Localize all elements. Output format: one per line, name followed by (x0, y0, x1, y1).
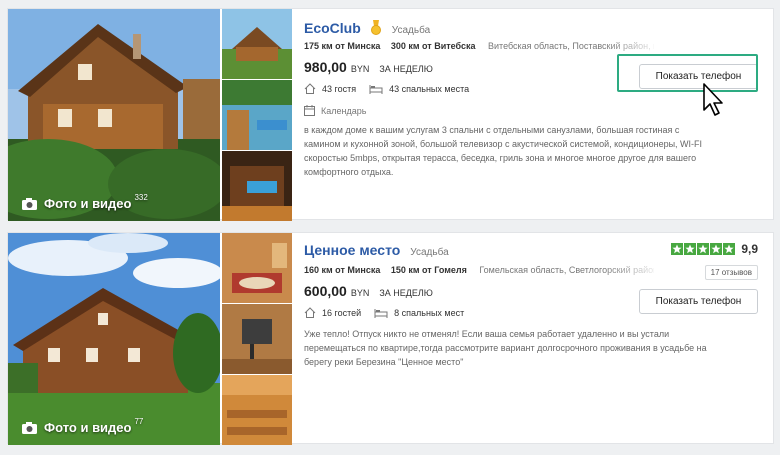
thumbnail[interactable] (222, 304, 292, 374)
distance-2: 300 км от Витебска (390, 41, 476, 51)
star-icon (684, 243, 697, 255)
beds-count: 43 спальных места (389, 83, 470, 94)
thumbnail[interactable] (222, 151, 292, 221)
photo-video-label: Фото и видео (44, 196, 132, 211)
calendar-label: Календарь (321, 105, 367, 116)
listing-title[interactable]: Ценное место (304, 242, 400, 258)
rating-value: 9,9 (741, 242, 758, 256)
listing-type: Усадьба (391, 25, 431, 36)
thumbnail[interactable] (222, 375, 292, 445)
photo-video-label: Фото и видео (44, 420, 132, 435)
currency: BYN (350, 288, 370, 298)
listing-card[interactable]: Фото и видео 77 Ценное место Усадьба 9,9… (7, 232, 774, 445)
price: 600,00 (304, 283, 347, 299)
listing-description: Уже тепло! Отпуск никто не отменял! Если… (304, 329, 707, 367)
distance-2: 150 км от Гомеля (390, 265, 467, 275)
text-fade (604, 37, 664, 53)
guests-count: 43 гостя (322, 83, 357, 94)
star-icon (671, 243, 684, 255)
listing-description: в каждом доме к вашим услугам 3 спальни … (304, 125, 703, 177)
calendar-icon (304, 105, 315, 116)
distance-1: 175 км от Минска (304, 41, 381, 51)
star-icon (710, 243, 723, 255)
price-period: ЗА НЕДЕЛЮ (379, 288, 433, 298)
reviews-badge[interactable]: 17 отзывов (704, 265, 758, 280)
star-icon (723, 243, 736, 255)
thumbnail[interactable] (222, 80, 292, 150)
photo-count: 332 (134, 193, 148, 202)
main-photo[interactable]: Фото и видео 77 (8, 233, 220, 445)
thumbnail-strip (222, 9, 292, 221)
beds-count: 8 спальных мест (394, 307, 465, 318)
calendar-link[interactable]: Календарь (304, 105, 366, 116)
camera-icon (22, 197, 37, 210)
camera-icon (22, 421, 37, 434)
house-icon (304, 83, 316, 94)
thumbnail-strip (222, 233, 292, 445)
text-fade (604, 261, 664, 277)
listing-info: Ценное место Усадьба 9,9 17 отзывов 160 … (304, 233, 773, 445)
photo-video-link[interactable]: Фото и видео 332 (22, 193, 148, 211)
price: 980,00 (304, 59, 347, 75)
thumbnail[interactable] (222, 233, 292, 303)
distance-1: 160 км от Минска (304, 265, 381, 275)
photo-video-link[interactable]: Фото и видео 77 (22, 417, 144, 435)
house-icon (304, 307, 316, 318)
distance-row: 175 км от Минска 300 км от Витебска Вите… (304, 41, 654, 51)
price-period: ЗА НЕДЕЛЮ (379, 64, 433, 74)
photo-count: 77 (134, 417, 144, 426)
star-icon (697, 243, 710, 255)
currency: BYN (350, 64, 370, 74)
listing-title[interactable]: EcoClub (304, 20, 361, 36)
rating: 9,9 (670, 242, 758, 256)
button-highlight (617, 54, 758, 92)
guests-count: 16 гостей (322, 307, 362, 318)
distance-row: 160 км от Минска 150 км от Гомеля Гомель… (304, 265, 654, 275)
listing-type: Усадьба (410, 247, 449, 258)
main-photo[interactable]: Фото и видео 332 (8, 9, 220, 221)
bed-icon (369, 84, 383, 94)
medal-icon (370, 20, 381, 35)
show-phone-button[interactable]: Показать телефон (639, 289, 758, 314)
listing-card[interactable]: Фото и видео 332 EcoClub Усадьба 175 км … (7, 8, 774, 221)
cursor-icon (703, 83, 723, 116)
bed-icon (374, 308, 388, 318)
thumbnail[interactable] (222, 9, 292, 79)
